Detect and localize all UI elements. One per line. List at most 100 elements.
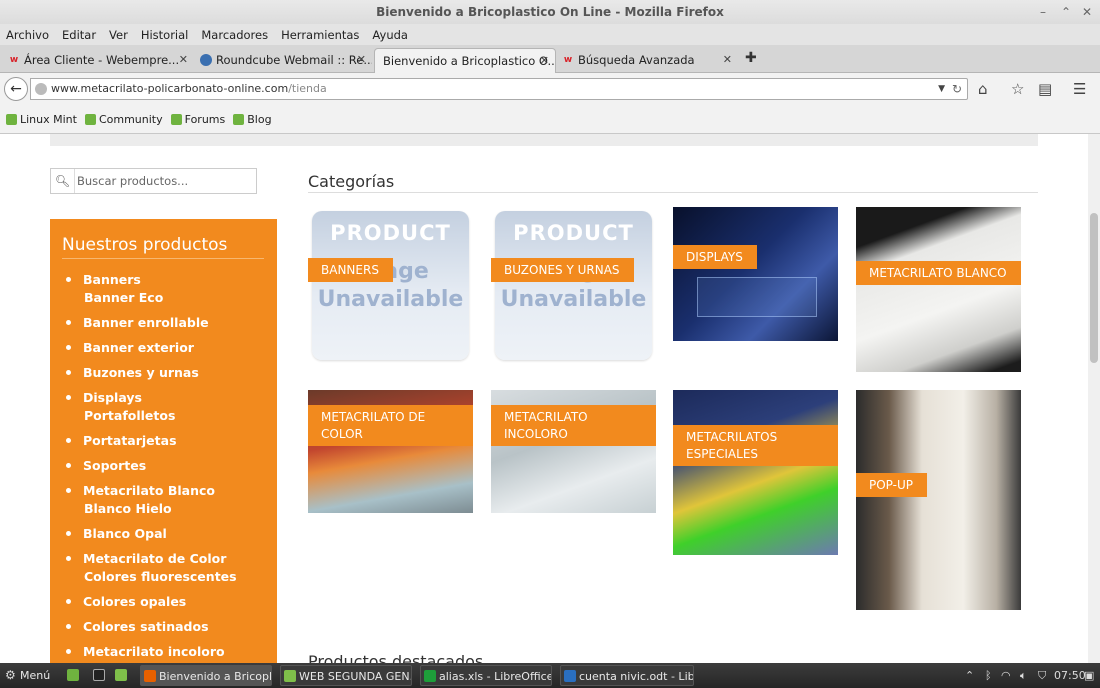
close-tab-icon[interactable]: ✕: [723, 48, 732, 72]
maximize-icon[interactable]: ⌃: [1061, 0, 1071, 24]
menu-ver[interactable]: Ver: [109, 28, 128, 42]
close-tab-icon[interactable]: ✕: [540, 49, 549, 73]
taskbar-window-cuenta[interactable]: cuenta nivic.odt - Libr...: [560, 665, 694, 686]
bookmark-community[interactable]: Community: [84, 113, 163, 126]
sidebar-item[interactable]: Banner enrollable: [66, 315, 209, 330]
sidebar-item[interactable]: Metacrilato Blanco: [66, 483, 215, 498]
tab-roundcube[interactable]: Roundcube Webmail :: Re... ✕: [196, 48, 372, 73]
sidebar-item[interactable]: Banner Eco: [84, 290, 163, 305]
search-input[interactable]: [77, 171, 253, 191]
wifi-icon[interactable]: ◠: [1001, 663, 1011, 688]
sidebar-item-label: Soportes: [83, 458, 147, 473]
category-displays[interactable]: DISPLAYS: [673, 207, 838, 341]
globe-icon: [35, 83, 47, 95]
sidebar-item[interactable]: Banners: [66, 272, 141, 287]
terminal-icon[interactable]: [90, 665, 110, 686]
category-metacrilato-de-color[interactable]: METACRILATO DE COLOR: [308, 390, 473, 513]
page-viewport: 🔍︎ Nuestros productos Banners Banner Eco B…: [0, 134, 1088, 663]
tab-busqueda-avanzada[interactable]: w Búsqueda Avanzada ✕: [558, 48, 738, 73]
volume-icon[interactable]: 🔈︎: [1020, 663, 1027, 688]
chevron-up-icon[interactable]: ⌃: [965, 663, 974, 688]
sidebar-item-label: Banners: [83, 272, 141, 287]
sidebar-item-label: Banner exterior: [83, 340, 194, 355]
close-window-icon[interactable]: ✕: [1082, 0, 1092, 24]
category-buzones-y-urnas[interactable]: PRODUCT Image Unavailable BUZONES Y URNA…: [491, 207, 656, 364]
menu-editar[interactable]: Editar: [62, 28, 96, 42]
hamburger-menu-icon[interactable]: ☰: [1073, 79, 1086, 99]
bullet-icon: [66, 463, 71, 468]
scrollbar-thumb[interactable]: [1090, 213, 1098, 363]
start-menu-label: Menú: [20, 669, 51, 682]
menu-marcadores[interactable]: Marcadores: [201, 28, 268, 42]
sidebar-item[interactable]: Colores fluorescentes: [84, 569, 237, 584]
tab-label: Búsqueda Avanzada: [578, 53, 695, 67]
firefox-icon: [144, 670, 156, 682]
url-bar[interactable]: www.metacrilato-policarbonato-online.com…: [30, 78, 968, 100]
category-metacrilatos-especiales[interactable]: METACRILATOS ESPECIALES: [673, 390, 838, 555]
home-icon[interactable]: ⌂: [978, 79, 988, 99]
menu-ayuda[interactable]: Ayuda: [372, 28, 408, 42]
categories-divider: [308, 192, 1038, 193]
lock-icon[interactable]: ▣: [1084, 663, 1094, 688]
sidebar-item[interactable]: Soportes: [66, 458, 146, 473]
sidebar-item[interactable]: Colores satinados: [66, 619, 209, 634]
category-label: METACRILATO BLANCO: [856, 261, 1021, 285]
url-text[interactable]: www.metacrilato-policarbonato-online.com…: [51, 79, 327, 99]
tab-bricoplastico[interactable]: Bienvenido a Bricoplastico O... ✕: [374, 48, 556, 73]
menu-archivo[interactable]: Archivo: [6, 28, 49, 42]
category-metacrilato-blanco[interactable]: METACRILATO BLANCO: [856, 207, 1021, 372]
sidebar-item[interactable]: Colores opales: [66, 594, 186, 609]
sidebar-item[interactable]: Metacrilato de Color: [66, 551, 226, 566]
menu-herramientas[interactable]: Herramientas: [281, 28, 359, 42]
minimize-icon[interactable]: –: [1040, 0, 1046, 24]
mint-icon: [84, 113, 96, 125]
tab-area-cliente[interactable]: w Área Cliente - Webempre... ✕: [4, 48, 194, 73]
mint-icon: [233, 113, 245, 125]
sidebar-item[interactable]: Blanco Hielo: [84, 501, 172, 516]
sidebar-item[interactable]: Portafolletos: [84, 408, 175, 423]
reload-icon[interactable]: ↻: [952, 79, 962, 99]
search-icon[interactable]: 🔍︎: [51, 169, 75, 193]
close-tab-icon[interactable]: ✕: [179, 48, 188, 72]
gear-icon: ⚙: [5, 668, 16, 682]
menu-historial[interactable]: Historial: [141, 28, 189, 42]
bullet-icon: [66, 488, 71, 493]
category-pop-up[interactable]: POP-UP: [856, 390, 1021, 610]
category-label: METACRILATO INCOLORO: [491, 405, 656, 446]
bullet-icon: [66, 624, 71, 629]
products-sidebar: Nuestros productos Banners Banner Eco Bann…: [50, 219, 277, 663]
back-button[interactable]: ←: [4, 77, 28, 101]
show-desktop-icon[interactable]: [64, 665, 84, 686]
start-menu-button[interactable]: ⚙ Menú: [2, 665, 62, 686]
desktop-icon: [67, 669, 79, 681]
sidebar-item[interactable]: Displays: [66, 390, 142, 405]
clock[interactable]: 07:50: [1054, 663, 1086, 688]
taskbar-window-firefox[interactable]: Bienvenido a Bricopl...: [140, 665, 272, 686]
placeholder-text: PRODUCT: [330, 221, 451, 245]
sidebar-item[interactable]: Buzones y urnas: [66, 365, 199, 380]
sidebar-item[interactable]: Metacrilato incoloro: [66, 644, 225, 659]
files-icon[interactable]: [112, 665, 132, 686]
bluetooth-icon[interactable]: ᛒ: [985, 663, 992, 688]
dropdown-icon[interactable]: ▼: [938, 79, 945, 99]
close-tab-icon[interactable]: ✕: [357, 48, 366, 72]
shield-icon[interactable]: ⛉: [1038, 663, 1046, 688]
category-label: BANNERS: [308, 258, 393, 282]
category-metacrilato-incoloro[interactable]: METACRILATO INCOLORO: [491, 390, 656, 513]
navigation-bar: ← www.metacrilato-policarbonato-online.c…: [0, 73, 1100, 105]
category-banners[interactable]: PRODUCT Image Unavailable BANNERS: [308, 207, 473, 364]
bookmark-linux-mint[interactable]: Linux Mint: [6, 113, 77, 126]
taskbar-window-label: alias.xls - LibreOffice ...: [439, 670, 552, 683]
clipboard-icon[interactable]: ▤: [1038, 79, 1052, 99]
bullet-icon: [66, 531, 71, 536]
new-tab-icon[interactable]: ✚: [745, 50, 757, 66]
sidebar-item[interactable]: Blanco Opal: [66, 526, 167, 541]
sidebar-item[interactable]: Banner exterior: [66, 340, 194, 355]
bookmark-blog[interactable]: Blog: [233, 113, 272, 126]
taskbar-window-web[interactable]: WEB SEGUNDA GEN...: [280, 665, 412, 686]
bookmark-star-icon[interactable]: ☆: [1011, 79, 1024, 99]
taskbar-window-alias[interactable]: alias.xls - LibreOffice ...: [420, 665, 552, 686]
sidebar-item-label: Blanco Hielo: [84, 501, 172, 516]
sidebar-item[interactable]: Portatarjetas: [66, 433, 177, 448]
bookmark-forums[interactable]: Forums: [170, 113, 225, 126]
